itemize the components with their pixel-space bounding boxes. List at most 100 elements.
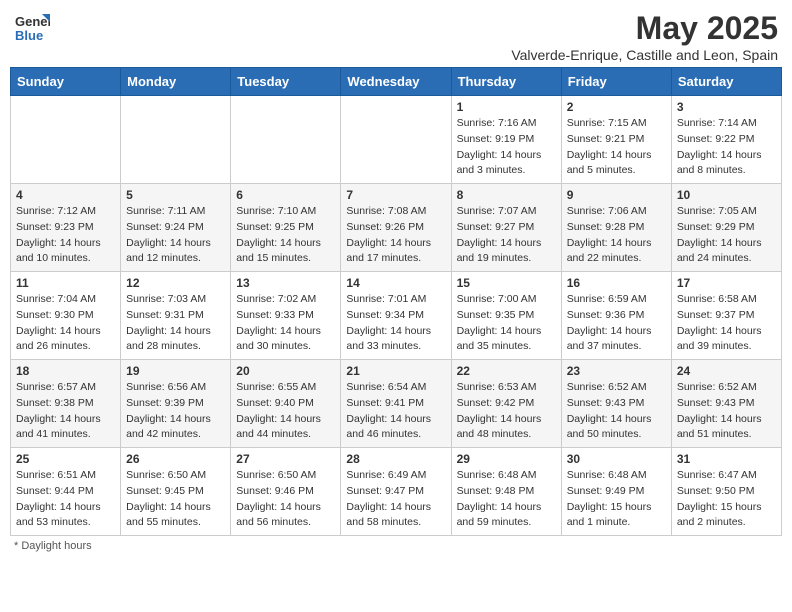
calendar-cell: 29 Sunrise: 6:48 AM Sunset: 9:48 PM Dayli… <box>451 448 561 536</box>
location-title: Valverde-Enrique, Castille and Leon, Spa… <box>511 47 778 63</box>
day-number: 15 <box>457 276 556 290</box>
day-info: Sunrise: 6:56 AM Sunset: 9:39 PM Dayligh… <box>126 380 225 443</box>
day-info: Sunrise: 7:04 AM Sunset: 9:30 PM Dayligh… <box>16 292 115 355</box>
weekday-header-wednesday: Wednesday <box>341 68 451 96</box>
calendar-cell: 27 Sunrise: 6:50 AM Sunset: 9:46 PM Dayli… <box>231 448 341 536</box>
day-info: Sunrise: 7:15 AM Sunset: 9:21 PM Dayligh… <box>567 116 666 179</box>
calendar-cell: 28 Sunrise: 6:49 AM Sunset: 9:47 PM Dayli… <box>341 448 451 536</box>
day-info: Sunrise: 6:48 AM Sunset: 9:48 PM Dayligh… <box>457 468 556 531</box>
calendar-week-row: 4 Sunrise: 7:12 AM Sunset: 9:23 PM Daylig… <box>11 184 782 272</box>
weekday-header-monday: Monday <box>121 68 231 96</box>
day-info: Sunrise: 7:03 AM Sunset: 9:31 PM Dayligh… <box>126 292 225 355</box>
day-number: 24 <box>677 364 776 378</box>
day-number: 30 <box>567 452 666 466</box>
page-header: General Blue May 2025 Valverde-Enrique, … <box>10 10 782 63</box>
svg-text:Blue: Blue <box>15 28 43 43</box>
day-number: 5 <box>126 188 225 202</box>
day-number: 27 <box>236 452 335 466</box>
day-info: Sunrise: 7:05 AM Sunset: 9:29 PM Dayligh… <box>677 204 776 267</box>
calendar-cell: 1Sunrise: 7:16 AM Sunset: 9:19 PM Daylig… <box>451 96 561 184</box>
day-info: Sunrise: 7:07 AM Sunset: 9:27 PM Dayligh… <box>457 204 556 267</box>
day-number: 20 <box>236 364 335 378</box>
calendar-cell: 3Sunrise: 7:14 AM Sunset: 9:22 PM Daylig… <box>671 96 781 184</box>
day-info: Sunrise: 6:58 AM Sunset: 9:37 PM Dayligh… <box>677 292 776 355</box>
day-info: Sunrise: 7:14 AM Sunset: 9:22 PM Dayligh… <box>677 116 776 179</box>
day-number: 8 <box>457 188 556 202</box>
day-info: Sunrise: 6:47 AM Sunset: 9:50 PM Dayligh… <box>677 468 776 531</box>
day-number: 23 <box>567 364 666 378</box>
day-info: Sunrise: 7:01 AM Sunset: 9:34 PM Dayligh… <box>346 292 445 355</box>
calendar-cell: 5 Sunrise: 7:11 AM Sunset: 9:24 PM Daylig… <box>121 184 231 272</box>
calendar-cell: 30Sunrise: 6:48 AM Sunset: 9:49 PM Dayli… <box>561 448 671 536</box>
day-number: 10 <box>677 188 776 202</box>
day-number: 29 <box>457 452 556 466</box>
footer-note: * Daylight hours <box>10 540 782 552</box>
day-number: 31 <box>677 452 776 466</box>
day-info: Sunrise: 7:12 AM Sunset: 9:23 PM Dayligh… <box>16 204 115 267</box>
calendar-week-row: 25 Sunrise: 6:51 AM Sunset: 9:44 PM Dayli… <box>11 448 782 536</box>
day-number: 9 <box>567 188 666 202</box>
calendar-cell: 7 Sunrise: 7:08 AM Sunset: 9:26 PM Daylig… <box>341 184 451 272</box>
calendar-cell: 19Sunrise: 6:56 AM Sunset: 9:39 PM Dayli… <box>121 360 231 448</box>
calendar-cell: 10 Sunrise: 7:05 AM Sunset: 9:29 PM Dayli… <box>671 184 781 272</box>
calendar-cell <box>341 96 451 184</box>
day-number: 25 <box>16 452 115 466</box>
calendar-cell: 26 Sunrise: 6:50 AM Sunset: 9:45 PM Dayli… <box>121 448 231 536</box>
calendar-cell: 2Sunrise: 7:15 AM Sunset: 9:21 PM Daylig… <box>561 96 671 184</box>
calendar-cell: 24 Sunrise: 6:52 AM Sunset: 9:43 PM Dayli… <box>671 360 781 448</box>
calendar-cell: 23 Sunrise: 6:52 AM Sunset: 9:43 PM Dayli… <box>561 360 671 448</box>
calendar-cell: 17Sunrise: 6:58 AM Sunset: 9:37 PM Dayli… <box>671 272 781 360</box>
day-info: Sunrise: 6:59 AM Sunset: 9:36 PM Dayligh… <box>567 292 666 355</box>
calendar-cell: 9 Sunrise: 7:06 AM Sunset: 9:28 PM Daylig… <box>561 184 671 272</box>
weekday-header-tuesday: Tuesday <box>231 68 341 96</box>
day-info: Sunrise: 6:52 AM Sunset: 9:43 PM Dayligh… <box>677 380 776 443</box>
calendar-cell: 25 Sunrise: 6:51 AM Sunset: 9:44 PM Dayli… <box>11 448 121 536</box>
day-info: Sunrise: 6:51 AM Sunset: 9:44 PM Dayligh… <box>16 468 115 531</box>
day-info: Sunrise: 6:49 AM Sunset: 9:47 PM Dayligh… <box>346 468 445 531</box>
calendar-cell: 12 Sunrise: 7:03 AM Sunset: 9:31 PM Dayli… <box>121 272 231 360</box>
day-info: Sunrise: 7:08 AM Sunset: 9:26 PM Dayligh… <box>346 204 445 267</box>
title-section: May 2025 Valverde-Enrique, Castille and … <box>511 10 778 63</box>
calendar-cell: 15Sunrise: 7:00 AM Sunset: 9:35 PM Dayli… <box>451 272 561 360</box>
weekday-header-saturday: Saturday <box>671 68 781 96</box>
day-info: Sunrise: 7:02 AM Sunset: 9:33 PM Dayligh… <box>236 292 335 355</box>
calendar-cell: 11 Sunrise: 7:04 AM Sunset: 9:30 PM Dayli… <box>11 272 121 360</box>
calendar-cell <box>231 96 341 184</box>
day-number: 6 <box>236 188 335 202</box>
calendar-cell: 20 Sunrise: 6:55 AM Sunset: 9:40 PM Dayli… <box>231 360 341 448</box>
weekday-header-sunday: Sunday <box>11 68 121 96</box>
day-number: 16 <box>567 276 666 290</box>
day-info: Sunrise: 6:55 AM Sunset: 9:40 PM Dayligh… <box>236 380 335 443</box>
day-info: Sunrise: 6:57 AM Sunset: 9:38 PM Dayligh… <box>16 380 115 443</box>
day-info: Sunrise: 7:11 AM Sunset: 9:24 PM Dayligh… <box>126 204 225 267</box>
calendar-cell: 22 Sunrise: 6:53 AM Sunset: 9:42 PM Dayli… <box>451 360 561 448</box>
day-number: 26 <box>126 452 225 466</box>
calendar-table: SundayMondayTuesdayWednesdayThursdayFrid… <box>10 67 782 536</box>
calendar-cell: 4 Sunrise: 7:12 AM Sunset: 9:23 PM Daylig… <box>11 184 121 272</box>
day-number: 1 <box>457 100 556 114</box>
logo-graphic: General Blue <box>14 10 50 51</box>
day-number: 21 <box>346 364 445 378</box>
day-number: 28 <box>346 452 445 466</box>
day-number: 12 <box>126 276 225 290</box>
day-info: Sunrise: 6:50 AM Sunset: 9:46 PM Dayligh… <box>236 468 335 531</box>
day-info: Sunrise: 6:52 AM Sunset: 9:43 PM Dayligh… <box>567 380 666 443</box>
day-number: 7 <box>346 188 445 202</box>
calendar-cell: 8 Sunrise: 7:07 AM Sunset: 9:27 PM Daylig… <box>451 184 561 272</box>
day-info: Sunrise: 7:10 AM Sunset: 9:25 PM Dayligh… <box>236 204 335 267</box>
weekday-header-row: SundayMondayTuesdayWednesdayThursdayFrid… <box>11 68 782 96</box>
weekday-header-thursday: Thursday <box>451 68 561 96</box>
calendar-cell <box>121 96 231 184</box>
day-info: Sunrise: 7:06 AM Sunset: 9:28 PM Dayligh… <box>567 204 666 267</box>
day-info: Sunrise: 6:50 AM Sunset: 9:45 PM Dayligh… <box>126 468 225 531</box>
calendar-week-row: 18 Sunrise: 6:57 AM Sunset: 9:38 PM Dayli… <box>11 360 782 448</box>
day-info: Sunrise: 6:53 AM Sunset: 9:42 PM Dayligh… <box>457 380 556 443</box>
day-number: 18 <box>16 364 115 378</box>
calendar-week-row: 11 Sunrise: 7:04 AM Sunset: 9:30 PM Dayli… <box>11 272 782 360</box>
logo: General Blue <box>14 10 50 51</box>
calendar-cell: 13Sunrise: 7:02 AM Sunset: 9:33 PM Dayli… <box>231 272 341 360</box>
day-number: 22 <box>457 364 556 378</box>
day-number: 4 <box>16 188 115 202</box>
day-number: 11 <box>16 276 115 290</box>
calendar-cell: 18 Sunrise: 6:57 AM Sunset: 9:38 PM Dayli… <box>11 360 121 448</box>
